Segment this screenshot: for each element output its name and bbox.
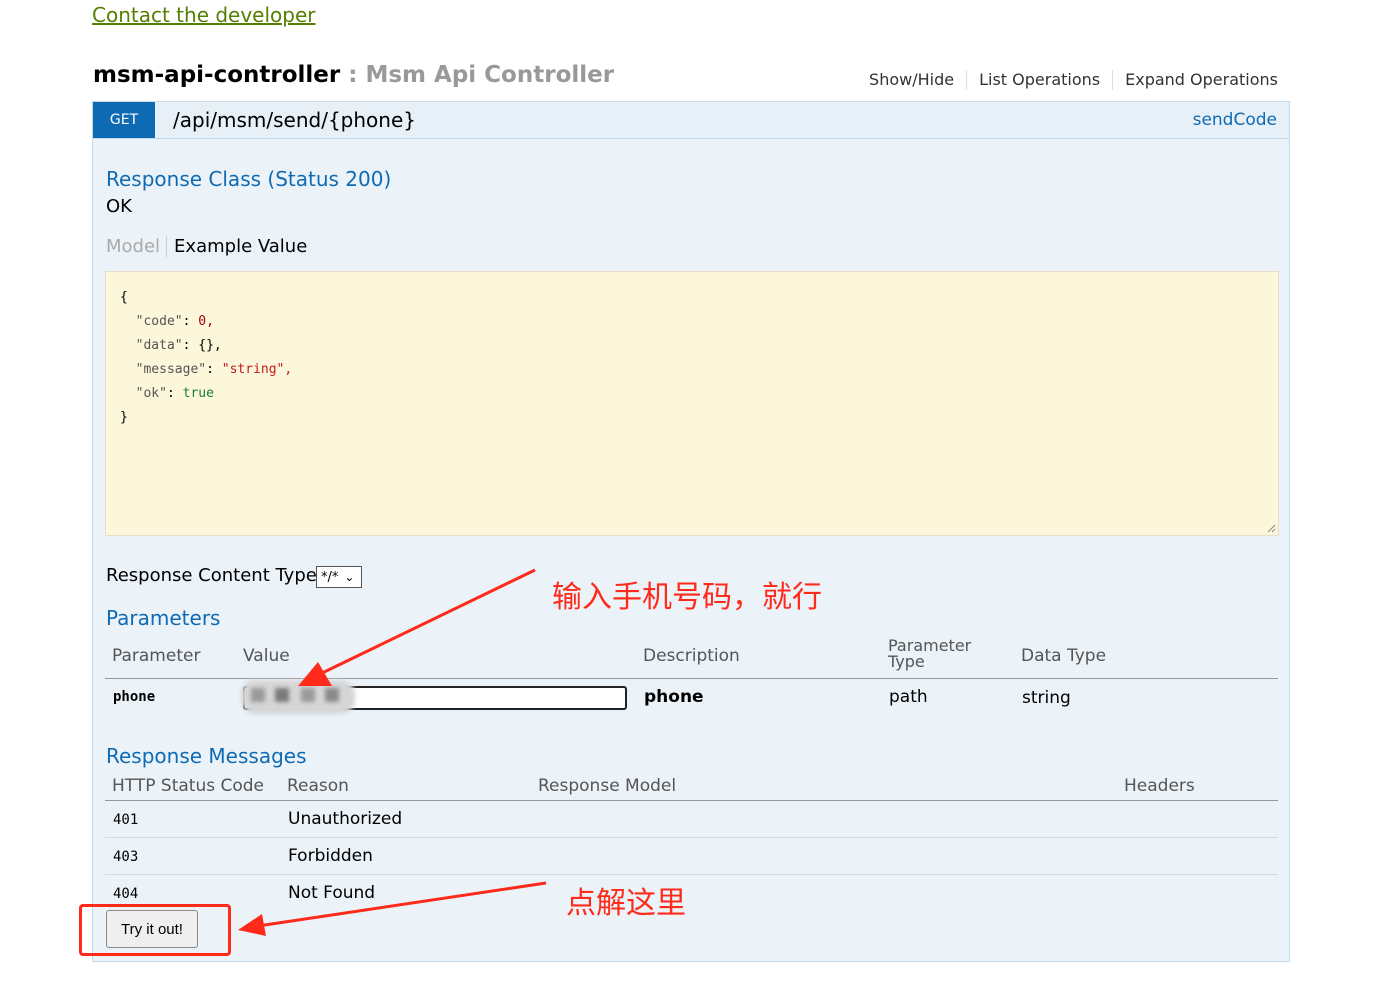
model-tabs: Model Example Value bbox=[106, 236, 307, 257]
tab-example-value[interactable]: Example Value bbox=[167, 236, 307, 257]
controller-heading[interactable]: msm-api-controller : Msm Api Controller bbox=[93, 62, 614, 88]
response-messages-heading: Response Messages bbox=[106, 744, 307, 768]
json-key: "ok" bbox=[135, 386, 167, 401]
operation-nickname[interactable]: sendCode bbox=[1193, 110, 1277, 130]
param-header-data-type: Data Type bbox=[1021, 646, 1107, 666]
msg-header-reason: Reason bbox=[287, 776, 349, 796]
operation-heading[interactable]: GET /api/msm/send/{phone} sendCode bbox=[93, 102, 1289, 139]
json-key: "data" bbox=[135, 338, 183, 353]
status-reason: Not Found bbox=[288, 883, 376, 903]
param-header-divider bbox=[105, 678, 1278, 679]
status-reason: Unauthorized bbox=[288, 809, 403, 829]
http-method-badge[interactable]: GET bbox=[93, 102, 155, 138]
controller-name[interactable]: msm-api-controller bbox=[93, 62, 340, 88]
row-divider bbox=[105, 874, 1278, 875]
redacted-value bbox=[241, 680, 355, 714]
msg-header-headers: Headers bbox=[1124, 776, 1195, 796]
param-header-value: Value bbox=[243, 646, 290, 666]
chevron-down-icon: ⌄ bbox=[344, 570, 355, 584]
list-operations-link[interactable]: List Operations bbox=[966, 70, 1112, 90]
json-close-brace: } bbox=[120, 410, 128, 425]
expand-operations-link[interactable]: Expand Operations bbox=[1112, 70, 1278, 90]
json-value: "string", bbox=[221, 362, 293, 377]
response-class-heading: Response Class (Status 200) bbox=[106, 167, 392, 191]
controller-separator: : bbox=[340, 62, 366, 88]
msg-header-response-model: Response Model bbox=[538, 776, 677, 796]
json-key: "message" bbox=[135, 362, 207, 377]
response-class-value: OK bbox=[106, 196, 132, 217]
annotation-highlight-box bbox=[79, 904, 231, 956]
parameters-heading: Parameters bbox=[106, 606, 221, 630]
msg-header-divider bbox=[105, 800, 1278, 801]
operation-panel: GET /api/msm/send/{phone} sendCode Respo… bbox=[92, 101, 1290, 962]
json-value: {}, bbox=[198, 338, 222, 353]
param-header-parameter-type: Parameter Type bbox=[888, 636, 972, 671]
json-key: "code" bbox=[135, 314, 183, 329]
status-code: 403 bbox=[113, 849, 139, 865]
json-value: true bbox=[182, 386, 214, 401]
status-reason: Forbidden bbox=[288, 846, 373, 866]
tab-model[interactable]: Model bbox=[106, 236, 168, 257]
row-divider bbox=[105, 837, 1278, 838]
controller-options: Show/Hide List Operations Expand Operati… bbox=[857, 70, 1278, 90]
response-content-type-select[interactable]: */* ⌄ bbox=[316, 566, 362, 588]
example-value-snippet[interactable]: { "code": 0, "data": {}, "message": "str… bbox=[105, 271, 1279, 536]
json-value: 0, bbox=[198, 314, 214, 329]
param-header-parameter: Parameter bbox=[112, 646, 201, 666]
annotation-input-hint: 输入手机号码，就行 bbox=[552, 580, 822, 615]
param-type: path bbox=[889, 687, 928, 707]
operation-path[interactable]: /api/msm/send/{phone} bbox=[173, 108, 416, 132]
controller-description: Msm Api Controller bbox=[365, 62, 615, 88]
status-code: 404 bbox=[113, 886, 139, 902]
msg-header-status-code: HTTP Status Code bbox=[112, 776, 265, 796]
json-open-brace: { bbox=[120, 290, 128, 305]
response-content-type-label: Response Content Type bbox=[106, 565, 317, 586]
status-code: 401 bbox=[113, 812, 139, 828]
param-name: phone bbox=[113, 689, 156, 705]
param-description: phone bbox=[644, 687, 704, 707]
selected-content-type: */* bbox=[321, 569, 339, 585]
show-hide-link[interactable]: Show/Hide bbox=[857, 70, 966, 90]
annotation-click-hint: 点解这里 bbox=[566, 886, 686, 921]
contact-developer-link[interactable]: Contact the developer bbox=[92, 3, 316, 27]
param-header-description: Description bbox=[643, 646, 740, 666]
resize-grip-icon[interactable] bbox=[1266, 523, 1276, 533]
param-data-type: string bbox=[1022, 688, 1071, 708]
